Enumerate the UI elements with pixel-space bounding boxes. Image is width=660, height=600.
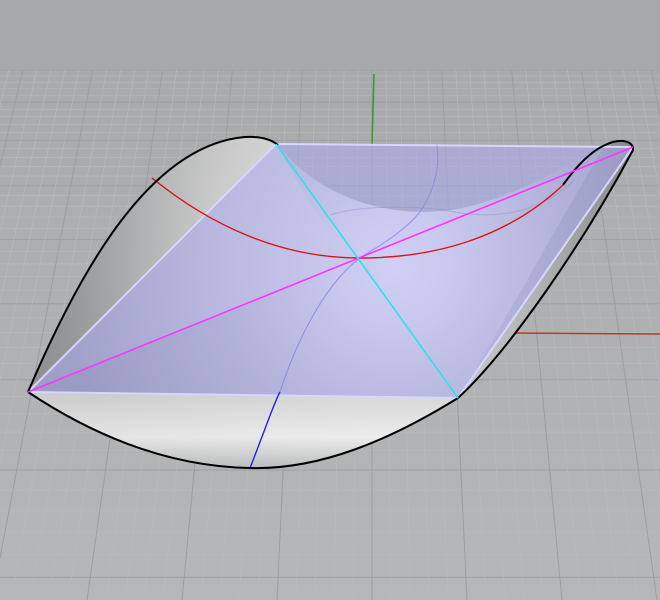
perspective-viewport[interactable] (0, 0, 660, 600)
viewport-canvas (0, 0, 660, 600)
x-axis-line (499, 332, 660, 335)
sky-band (0, 0, 660, 70)
